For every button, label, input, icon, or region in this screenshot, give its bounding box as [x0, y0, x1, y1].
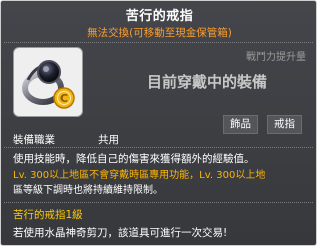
note-level-2: Lv. 300以上地	[199, 170, 266, 181]
job-label: 裝備職業	[13, 134, 55, 146]
divider	[4, 42, 313, 43]
item-description: 使用技能時，降低自己的傷害來獲得額外的經驗值。	[13, 153, 255, 165]
trade-restriction: 無法交換(可移動至現金保管箱)	[87, 27, 232, 39]
svg-text:C: C	[60, 92, 68, 105]
set-name: 苦行的戒指1級	[13, 209, 83, 221]
divider	[4, 202, 313, 203]
item-name: 苦行的戒指	[125, 9, 194, 24]
item-note: Lv. 300以上地區不會穿戴時區專用功能，Lv. 300以上地 區等級下調時也…	[13, 168, 313, 198]
tag-accessory: 飾品	[223, 115, 258, 134]
coin-icon: C	[53, 87, 75, 109]
job-value: 共用	[98, 134, 119, 146]
equipped-status: 目前穿戴中的裝備	[146, 73, 267, 91]
note-line-2: 區等級下調時也將持續維持限制。	[13, 185, 163, 196]
note-level-1: Lv. 300以上地區不會穿戴時區專用功能，	[13, 170, 200, 181]
item-icon-frame: C	[13, 47, 83, 117]
tag-ring: 戒指	[267, 115, 302, 134]
item-tooltip: 苦行的戒指 無法交換(可移動至現金保管箱) C 戰鬥力提升量 目前穿戴中的裝備 …	[0, 0, 317, 246]
set-description: 若使用水晶神奇剪刀，該道具可進行一次交易!	[13, 227, 228, 239]
combat-power-label: 戰鬥力提升量	[246, 52, 306, 63]
divider	[4, 147, 313, 148]
